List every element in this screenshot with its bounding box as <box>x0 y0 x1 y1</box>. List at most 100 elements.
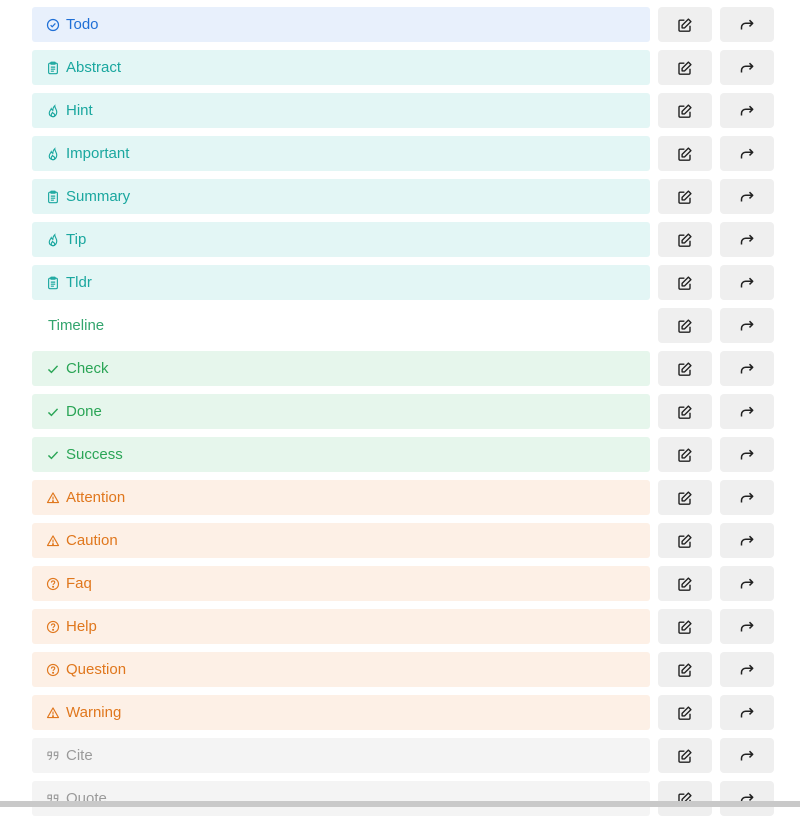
edit-button[interactable] <box>658 480 712 515</box>
circle-check-icon <box>46 18 60 32</box>
edit-button[interactable] <box>658 394 712 429</box>
callout-label: Todo <box>66 16 99 33</box>
open-button[interactable] <box>720 523 774 558</box>
edit-button[interactable] <box>658 308 712 343</box>
open-button[interactable] <box>720 136 774 171</box>
callout-success[interactable]: Success <box>32 437 650 472</box>
edit-icon <box>677 232 693 248</box>
forward-arrow-icon <box>739 361 755 377</box>
list-item: Important <box>0 136 800 171</box>
edit-button[interactable] <box>658 179 712 214</box>
list-item: Abstract <box>0 50 800 85</box>
callout-tip[interactable]: Tip <box>32 222 650 257</box>
callout-important[interactable]: Important <box>32 136 650 171</box>
edit-button[interactable] <box>658 136 712 171</box>
callout-label: Question <box>66 661 127 678</box>
open-button[interactable] <box>720 566 774 601</box>
callout-faq[interactable]: Faq <box>32 566 650 601</box>
open-button[interactable] <box>720 50 774 85</box>
callout-attention[interactable]: Attention <box>32 480 650 515</box>
edit-button[interactable] <box>658 222 712 257</box>
list-item: Attention <box>0 480 800 515</box>
forward-arrow-icon <box>739 748 755 764</box>
forward-arrow-icon <box>739 490 755 506</box>
callout-done[interactable]: Done <box>32 394 650 429</box>
callout-summary[interactable]: Summary <box>32 179 650 214</box>
question-circle-icon <box>46 620 60 634</box>
callout-abstract[interactable]: Abstract <box>32 50 650 85</box>
list-item: Quote <box>0 781 800 816</box>
list-item: Check <box>0 351 800 386</box>
edit-icon <box>677 103 693 119</box>
edit-button[interactable] <box>658 781 712 816</box>
checkmark-icon <box>46 362 60 376</box>
callout-quote[interactable]: Quote <box>32 781 650 816</box>
edit-icon <box>677 748 693 764</box>
edit-button[interactable] <box>658 738 712 773</box>
forward-arrow-icon <box>739 404 755 420</box>
open-button[interactable] <box>720 7 774 42</box>
open-button[interactable] <box>720 437 774 472</box>
open-button[interactable] <box>720 93 774 128</box>
flame-icon <box>46 232 60 247</box>
edit-button[interactable] <box>658 652 712 687</box>
open-button[interactable] <box>720 781 774 816</box>
callout-tldr[interactable]: Tldr <box>32 265 650 300</box>
open-button[interactable] <box>720 738 774 773</box>
callout-label: Faq <box>66 575 92 592</box>
list-item: Summary <box>0 179 800 214</box>
callout-warning[interactable]: Warning <box>32 695 650 730</box>
horizontal-scrollbar[interactable] <box>0 801 800 807</box>
edit-button[interactable] <box>658 50 712 85</box>
forward-arrow-icon <box>739 103 755 119</box>
callout-timeline[interactable]: Timeline <box>32 308 650 343</box>
callout-label: Help <box>66 618 97 635</box>
open-button[interactable] <box>720 222 774 257</box>
callout-todo[interactable]: Todo <box>32 7 650 42</box>
open-button[interactable] <box>720 652 774 687</box>
open-button[interactable] <box>720 480 774 515</box>
forward-arrow-icon <box>739 17 755 33</box>
list-item: Done <box>0 394 800 429</box>
edit-button[interactable] <box>658 351 712 386</box>
callout-check[interactable]: Check <box>32 351 650 386</box>
forward-arrow-icon <box>739 619 755 635</box>
callout-help[interactable]: Help <box>32 609 650 644</box>
edit-button[interactable] <box>658 695 712 730</box>
open-button[interactable] <box>720 265 774 300</box>
open-button[interactable] <box>720 308 774 343</box>
callout-question[interactable]: Question <box>32 652 650 687</box>
question-circle-icon <box>46 577 60 591</box>
open-button[interactable] <box>720 695 774 730</box>
edit-icon <box>677 146 693 162</box>
question-circle-icon <box>46 663 60 677</box>
open-button[interactable] <box>720 179 774 214</box>
edit-button[interactable] <box>658 265 712 300</box>
edit-icon <box>677 189 693 205</box>
callout-label: Tip <box>66 231 87 248</box>
open-button[interactable] <box>720 609 774 644</box>
edit-button[interactable] <box>658 523 712 558</box>
callout-cite[interactable]: Cite <box>32 738 650 773</box>
list-item: Help <box>0 609 800 644</box>
callout-label: Abstract <box>66 59 122 76</box>
checkmark-icon <box>46 405 60 419</box>
checkmark-icon <box>46 448 60 462</box>
callout-label: Check <box>66 360 109 377</box>
forward-arrow-icon <box>739 533 755 549</box>
clipboard-icon <box>46 276 60 290</box>
callout-label: Cite <box>66 747 93 764</box>
open-button[interactable] <box>720 394 774 429</box>
callout-caution[interactable]: Caution <box>32 523 650 558</box>
edit-button[interactable] <box>658 437 712 472</box>
edit-button[interactable] <box>658 566 712 601</box>
open-button[interactable] <box>720 351 774 386</box>
list-item: Question <box>0 652 800 687</box>
edit-icon <box>677 17 693 33</box>
edit-button[interactable] <box>658 609 712 644</box>
edit-icon <box>677 619 693 635</box>
callout-label: Hint <box>66 102 93 119</box>
callout-hint[interactable]: Hint <box>32 93 650 128</box>
edit-button[interactable] <box>658 93 712 128</box>
edit-button[interactable] <box>658 7 712 42</box>
